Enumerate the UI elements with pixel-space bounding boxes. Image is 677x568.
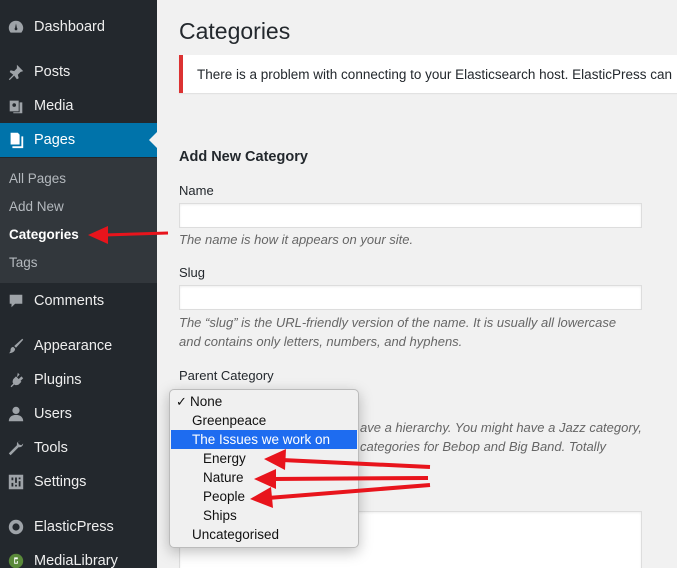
sidebar-item-label: Dashboard bbox=[34, 19, 105, 35]
slug-description-line2: and contains only letters, numbers, and … bbox=[179, 334, 463, 349]
sidebar-item-label: Users bbox=[34, 406, 72, 422]
pages-submenu: All Pages Add New Categories Tags bbox=[0, 158, 157, 283]
plugin-icon bbox=[6, 370, 26, 390]
option-uncategorised[interactable]: Uncategorised bbox=[171, 525, 357, 544]
option-label: Nature bbox=[203, 470, 244, 485]
sidebar-item-label: MediaLibrary bbox=[34, 553, 118, 568]
checkmark-icon: ✓ bbox=[176, 393, 187, 409]
sidebar-item-label: Media bbox=[34, 98, 74, 114]
sidebar-item-label: Settings bbox=[34, 474, 87, 490]
option-issues-we-work-on[interactable]: The Issues we work on bbox=[171, 430, 357, 449]
sidebar-item-comments[interactable]: Comments bbox=[0, 284, 157, 318]
sidebar-item-users[interactable]: Users bbox=[0, 397, 157, 431]
option-greenpeace[interactable]: Greenpeace bbox=[171, 411, 357, 430]
parent-description-line1: ave a hierarchy. You might have a Jazz c… bbox=[360, 420, 642, 435]
sidebar-item-tools[interactable]: Tools bbox=[0, 431, 157, 465]
sidebar-item-label: Plugins bbox=[34, 372, 82, 388]
option-label: Energy bbox=[203, 451, 246, 466]
sidebar-item-posts[interactable]: Posts bbox=[0, 55, 157, 89]
option-energy[interactable]: Energy bbox=[171, 449, 357, 468]
medialibrary-icon bbox=[6, 551, 26, 568]
slug-description-line1: The “slug” is the URL-friendly version o… bbox=[179, 315, 617, 330]
sidebar-item-label: Appearance bbox=[34, 338, 113, 354]
option-ships[interactable]: Ships bbox=[171, 506, 357, 525]
option-none[interactable]: ✓ None bbox=[171, 392, 357, 411]
sidebar-item-media[interactable]: Media bbox=[0, 89, 157, 123]
name-input[interactable] bbox=[179, 203, 642, 228]
pages-icon bbox=[6, 130, 26, 150]
option-label: Greenpeace bbox=[192, 413, 267, 428]
sidebar-item-settings[interactable]: Settings bbox=[0, 465, 157, 499]
wrench-icon bbox=[6, 438, 26, 458]
submenu-add-new[interactable]: Add New bbox=[9, 199, 64, 214]
page-title: Categories bbox=[179, 18, 291, 44]
admin-sidebar: Dashboard Posts Media Pages All Pages Ad… bbox=[0, 0, 157, 568]
dashboard-icon bbox=[6, 17, 26, 37]
option-label: Ships bbox=[203, 508, 237, 523]
sidebar-item-pages[interactable]: Pages bbox=[0, 123, 157, 157]
submenu-tags[interactable]: Tags bbox=[9, 255, 38, 270]
slug-input[interactable] bbox=[179, 285, 642, 310]
sidebar-item-label: Posts bbox=[34, 64, 71, 80]
option-label: People bbox=[203, 489, 246, 504]
sidebar-item-medialibrary[interactable]: MediaLibrary bbox=[0, 544, 157, 568]
option-nature[interactable]: Nature bbox=[171, 468, 357, 487]
name-label: Name bbox=[179, 183, 214, 198]
sidebar-item-label: Pages bbox=[34, 132, 76, 148]
sidebar-item-label: Comments bbox=[34, 293, 105, 309]
sidebar-item-label: Tools bbox=[34, 440, 68, 456]
error-notice: There is a problem with connecting to yo… bbox=[179, 55, 677, 93]
option-people[interactable]: People bbox=[171, 487, 357, 506]
parent-category-label: Parent Category bbox=[179, 368, 274, 383]
slug-label: Slug bbox=[179, 265, 206, 280]
sidebar-item-elasticpress[interactable]: ElasticPress bbox=[0, 510, 157, 544]
option-label: The Issues we work on bbox=[192, 432, 331, 447]
form-title: Add New Category bbox=[179, 149, 308, 165]
submenu-categories[interactable]: Categories bbox=[9, 227, 79, 242]
sidebar-item-dashboard[interactable]: Dashboard bbox=[0, 10, 157, 44]
submenu-all-pages[interactable]: All Pages bbox=[9, 171, 66, 186]
name-description: The name is how it appears on your site. bbox=[179, 232, 414, 247]
option-label: Uncategorised bbox=[192, 527, 280, 542]
comment-icon bbox=[6, 291, 26, 311]
active-indicator bbox=[149, 132, 157, 148]
elasticpress-icon bbox=[6, 517, 26, 537]
parent-description-line2: categories for Bebop and Big Band. Total… bbox=[360, 439, 606, 454]
error-notice-text: There is a problem with connecting to yo… bbox=[197, 66, 672, 82]
brush-icon bbox=[6, 336, 26, 356]
pin-icon bbox=[6, 62, 26, 82]
parent-category-dropdown[interactable]: ✓ None Greenpeace The Issues we work on … bbox=[169, 389, 359, 548]
sidebar-item-plugins[interactable]: Plugins bbox=[0, 363, 157, 397]
media-icon bbox=[6, 96, 26, 116]
sidebar-item-label: ElasticPress bbox=[34, 519, 114, 535]
user-icon bbox=[6, 404, 26, 424]
sidebar-item-appearance[interactable]: Appearance bbox=[0, 329, 157, 363]
settings-icon bbox=[6, 472, 26, 492]
